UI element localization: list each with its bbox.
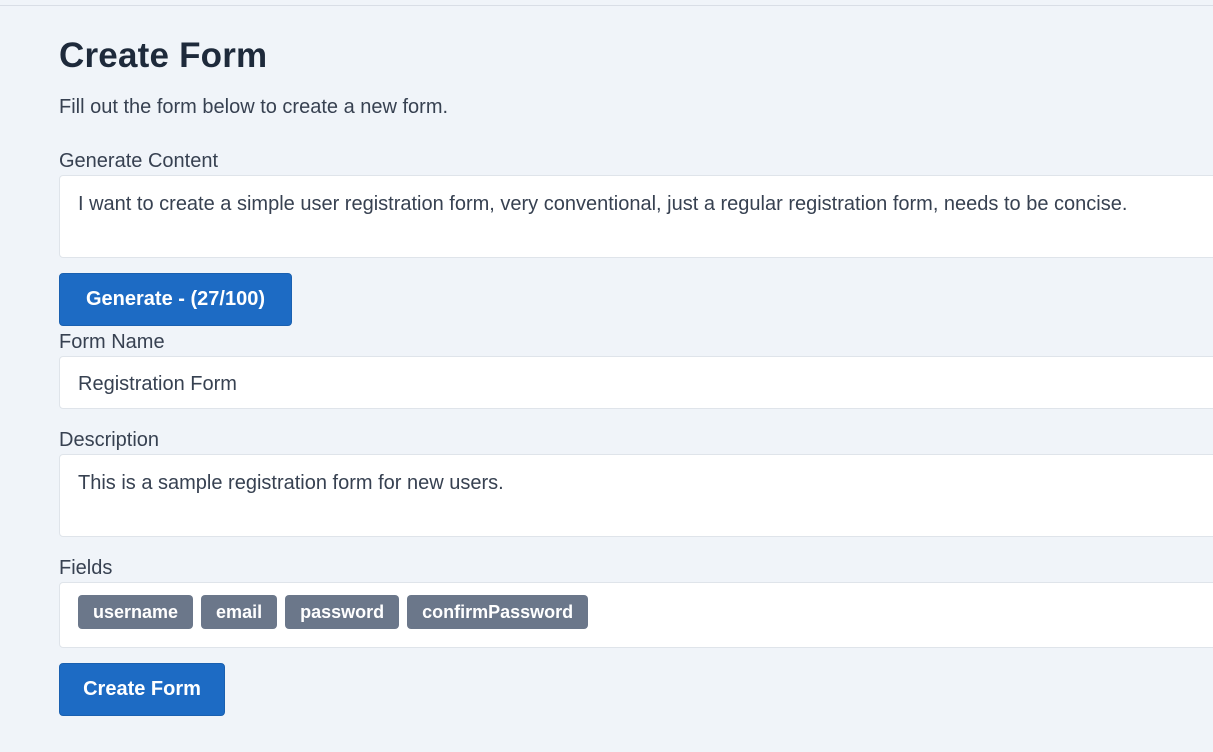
description-textarea[interactable]: This is a sample registration form for n… [59, 454, 1213, 537]
generate-content-textarea[interactable]: I want to create a simple user registrat… [59, 175, 1213, 258]
fields-container: username email password confirmPassword [59, 582, 1213, 648]
field-chip-confirm-password[interactable]: confirmPassword [407, 595, 589, 629]
generate-content-value: I want to create a simple user registrat… [78, 193, 1128, 215]
create-form-button[interactable]: Create Form [59, 663, 225, 716]
fields-chip-list: username email password confirmPassword [78, 595, 589, 629]
field-chip-password[interactable]: password [285, 595, 400, 629]
form-name-label: Form Name [59, 331, 165, 353]
generate-content-label: Generate Content [59, 150, 218, 172]
form-name-value: Registration Form [78, 373, 237, 395]
description-value: This is a sample registration form for n… [78, 472, 504, 494]
top-divider [0, 5, 1213, 6]
field-chip-email[interactable]: email [201, 595, 278, 629]
description-label: Description [59, 429, 160, 451]
page-subtitle: Fill out the form below to create a new … [59, 96, 449, 118]
field-chip-username[interactable]: username [78, 595, 194, 629]
generate-button[interactable]: Generate - (27/100) [59, 273, 292, 326]
fields-label: Fields [59, 557, 113, 579]
form-name-input[interactable]: Registration Form [59, 356, 1213, 409]
page-title: Create Form [59, 36, 268, 75]
